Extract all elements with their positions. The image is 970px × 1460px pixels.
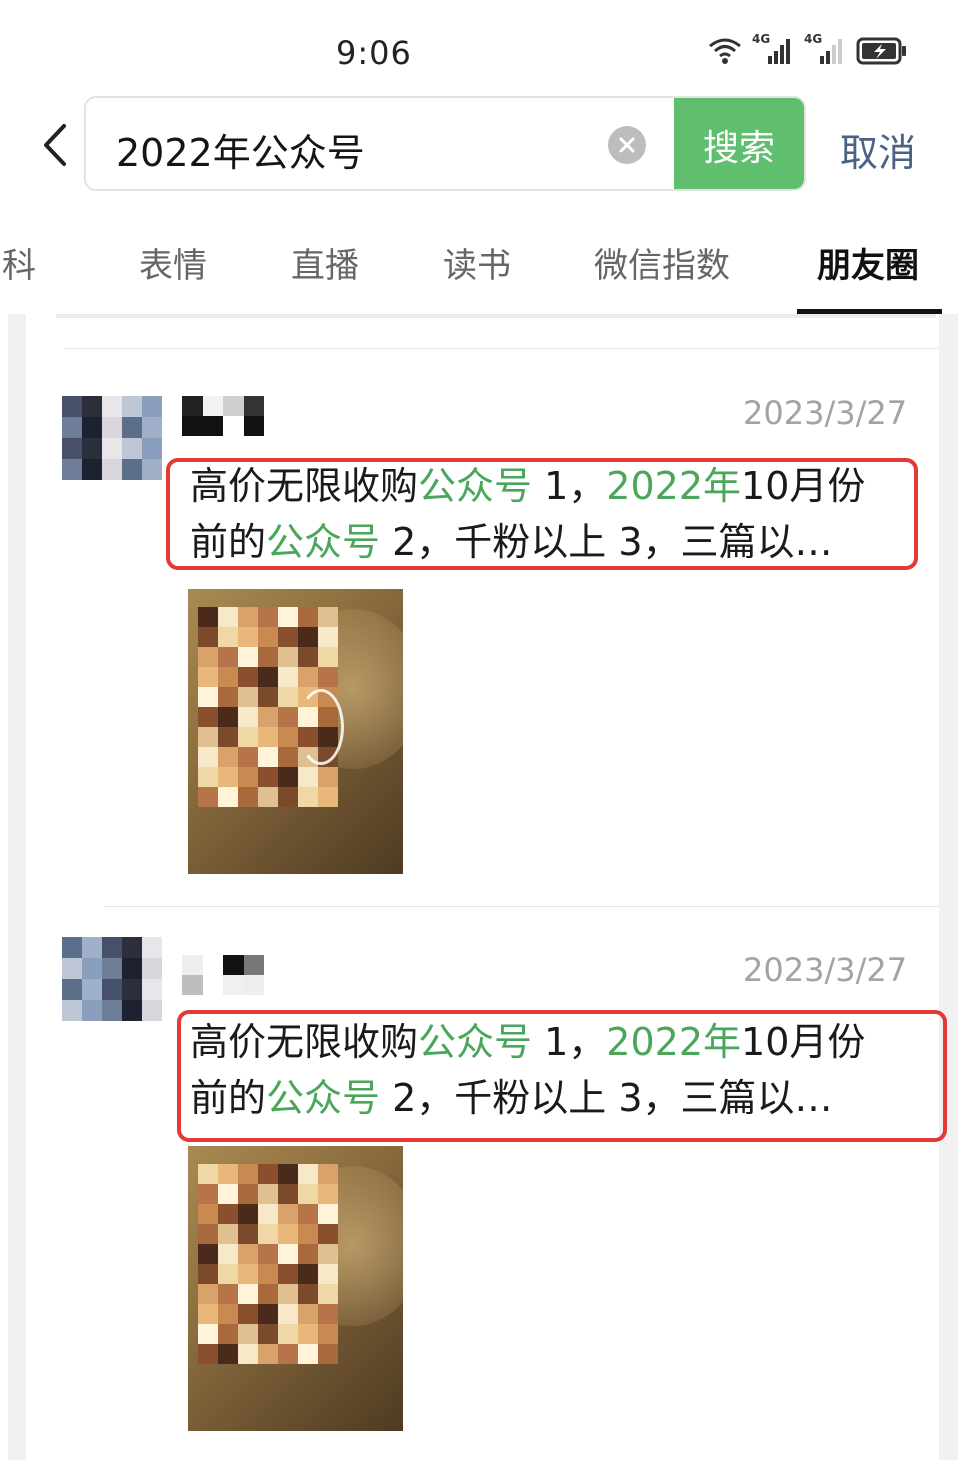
previous-result-edge [56,314,936,318]
annotation-box [166,458,918,570]
chevron-left-icon [44,124,66,166]
username-blurred [182,955,264,995]
search-button[interactable]: 搜索 [674,98,804,189]
cancel-button[interactable]: 取消 [840,122,916,177]
back-button[interactable] [38,122,74,168]
status-icons: 4G 4G [708,32,908,66]
status-time: 9:06 [336,34,412,72]
play-icon [298,689,344,765]
post-date: 2023/3/27 [743,951,908,989]
divider [104,906,939,907]
close-icon [619,137,635,153]
tab-books[interactable]: 读书 [443,238,511,287]
tab-live[interactable]: 直播 [291,238,359,287]
avatar[interactable] [62,396,162,480]
signal-icon: 4G [752,32,794,66]
battery-charging-icon [856,37,906,65]
tab-baike[interactable]: 百科 [0,238,36,287]
tab-moments[interactable]: 朋友圈 [817,238,919,287]
category-tabs: 百科 表情 直播 读书 微信指数 朋友圈 [0,230,970,314]
username-blurred [182,396,264,436]
clear-button[interactable] [608,126,646,164]
tab-stickers[interactable]: 表情 [139,238,207,287]
video-thumbnail[interactable] [188,589,403,874]
search-query[interactable]: 2022年公众号 [116,122,365,177]
thumbnail-mosaic [198,1164,338,1364]
wifi-icon [709,38,741,64]
video-thumbnail[interactable] [188,1146,403,1431]
search-input[interactable]: 2022年公众号 搜索 [84,96,806,191]
annotation-box [177,1010,947,1142]
status-bar: 9:06 4G 4G [0,0,970,100]
divider [64,348,939,349]
avatar[interactable] [62,937,162,1021]
signal-icon: 4G [804,32,846,66]
tab-wechat-index[interactable]: 微信指数 [594,238,730,287]
post-date: 2023/3/27 [743,394,908,432]
